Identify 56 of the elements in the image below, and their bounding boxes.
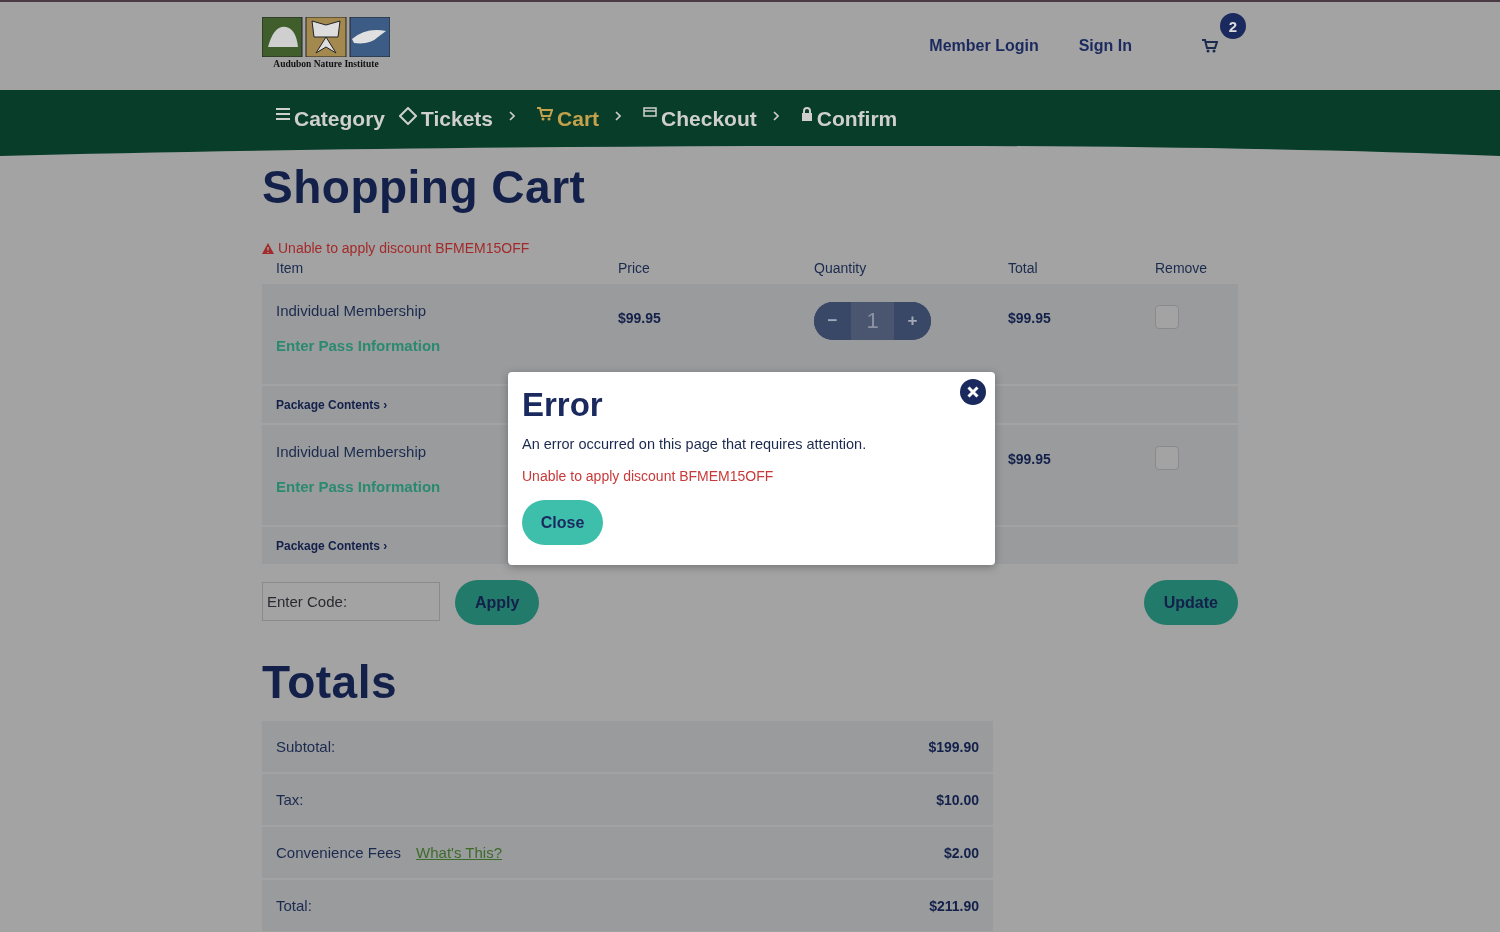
remove-checkbox[interactable]: [1155, 305, 1179, 329]
step-tab[interactable]: Tickets: [399, 107, 494, 131]
card-icon: [643, 107, 658, 117]
totals-label: Subtotal:: [276, 738, 336, 755]
dialog-error-text: Unable to apply discount BFMEM15OFF: [522, 468, 775, 484]
step-tab[interactable]: Category: [276, 107, 386, 131]
cart-icon: [537, 107, 554, 121]
logo-text: Audubon Nature Institute: [273, 59, 379, 69]
dialog-message: An error occurred on this page that requires attention.: [522, 436, 868, 452]
chevron-icon: [615, 111, 622, 121]
ticket-icon: [399, 107, 418, 125]
totals-value: $199.90: [928, 738, 979, 755]
column-header: Price: [618, 260, 651, 276]
item-name: Individual Membership: [276, 443, 427, 460]
code-input-field[interactable]: Enter Code:: [262, 581, 440, 621]
quantity-value: 1: [851, 302, 894, 340]
apply-button[interactable]: Apply: [455, 580, 540, 625]
chevron-icon: [772, 111, 779, 121]
dialog-title: Error: [522, 386, 603, 424]
totals-value: $2.00: [943, 844, 979, 861]
close-icon[interactable]: [960, 379, 986, 405]
animal-tiles-icon: [262, 17, 390, 57]
chevron-icon: [509, 111, 516, 121]
error-message: Unable to apply discount BFMEM15OFF: [262, 240, 1238, 256]
page-title: Shopping Cart: [262, 160, 587, 214]
totals-label: Convenience Fees: [276, 844, 402, 861]
close-button[interactable]: Close: [522, 500, 603, 545]
totals-label: Tax:: [276, 791, 304, 808]
package-contents-link[interactable]: Package Contents ›: [276, 538, 388, 553]
logo[interactable]: Audubon Nature Institute: [262, 17, 390, 69]
column-header: Remove: [1155, 260, 1209, 276]
column-header: Total: [1008, 260, 1039, 276]
lock-icon: [800, 107, 813, 121]
totals-value: $211.90: [929, 897, 979, 914]
total-text: $99.95: [1008, 451, 1051, 467]
totals-label: Total:: [276, 897, 312, 914]
column-header: Item: [276, 260, 305, 276]
step-tab[interactable]: Cart: [537, 107, 600, 131]
package-contents-link[interactable]: Package Contents ›: [276, 397, 388, 412]
item-name: Individual Membership: [276, 302, 427, 319]
price-text: $99.95: [618, 310, 661, 326]
totals-value: $10.00: [936, 791, 979, 808]
warning-icon: [262, 242, 274, 254]
menu-icon: [276, 107, 290, 121]
header-link[interactable]: Sign In: [1078, 37, 1132, 55]
total-text: $99.95: [1008, 310, 1051, 326]
column-header: Quantity: [814, 260, 868, 276]
cart-icon[interactable]: [1202, 39, 1218, 53]
quantity-stepper[interactable]: − 1 +: [814, 302, 931, 340]
totals-title: Totals: [262, 655, 399, 709]
update-button[interactable]: Update: [1143, 580, 1238, 625]
cart-count-badge: 2: [1220, 13, 1246, 39]
header-link[interactable]: Member Login: [929, 37, 1039, 55]
step-tab[interactable]: Checkout: [643, 107, 757, 131]
step-tab[interactable]: Confirm: [800, 107, 898, 131]
remove-checkbox[interactable]: [1155, 446, 1179, 470]
